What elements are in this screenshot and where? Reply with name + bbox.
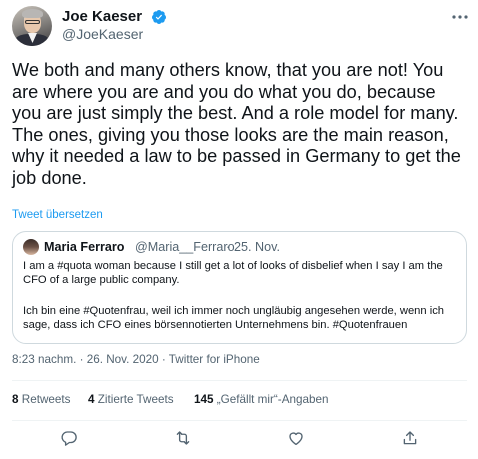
retweet-button[interactable] (174, 429, 192, 447)
share-button[interactable] (401, 429, 419, 447)
author-name[interactable]: Joe Kaeser (62, 8, 142, 25)
quotes-stat[interactable]: 4 Zitierte Tweets (88, 393, 174, 406)
quoted-tweet[interactable]: Maria Ferraro @Maria__Ferraro · 25. Nov.… (12, 231, 467, 344)
like-icon (289, 432, 303, 446)
likes-stat[interactable]: 145 „Gefällt mir“-Angaben (194, 393, 329, 406)
quoted-author-avatar (23, 239, 39, 255)
like-button[interactable] (287, 429, 305, 447)
retweets-stat[interactable]: 8 Retweets (12, 393, 70, 406)
quoted-author-name: Maria Ferraro (44, 240, 125, 254)
quoted-text-de: Ich bin eine #Quotenfrau, weil ich immer… (23, 305, 445, 331)
divider (12, 420, 467, 421)
quoted-author-handle: @Maria__Ferraro (135, 240, 235, 254)
tweet-timestamp[interactable]: 8:23 nachm. · 26. Nov. 2020 · Twitter fo… (12, 353, 260, 366)
quotes-label: Zitierte Tweets (94, 393, 174, 406)
tweet-card: Joe Kaeser @JoeKaeser We both and many o… (0, 0, 478, 459)
retweet-icon (176, 431, 190, 445)
author-handle[interactable]: @JoeKaeser (62, 26, 143, 42)
likes-count: 145 (194, 393, 214, 406)
likes-label: „Gefällt mir“-Angaben (213, 393, 329, 406)
tweet-text: We both and many others know, that you a… (12, 60, 461, 188)
quoted-date: 25. Nov. (234, 240, 280, 254)
verified-badge-icon (151, 10, 166, 24)
retweets-label: Retweets (18, 393, 71, 406)
author-avatar[interactable] (12, 6, 52, 46)
translate-link[interactable]: Tweet übersetzen (12, 209, 103, 221)
quoted-separator: · (226, 240, 231, 254)
quoted-text-en: I am a #quota woman because I still get … (23, 260, 443, 286)
share-icon (403, 431, 417, 445)
reply-icon (61, 431, 77, 446)
more-options-icon[interactable] (452, 14, 468, 20)
divider (12, 380, 467, 381)
reply-button[interactable] (60, 429, 78, 447)
